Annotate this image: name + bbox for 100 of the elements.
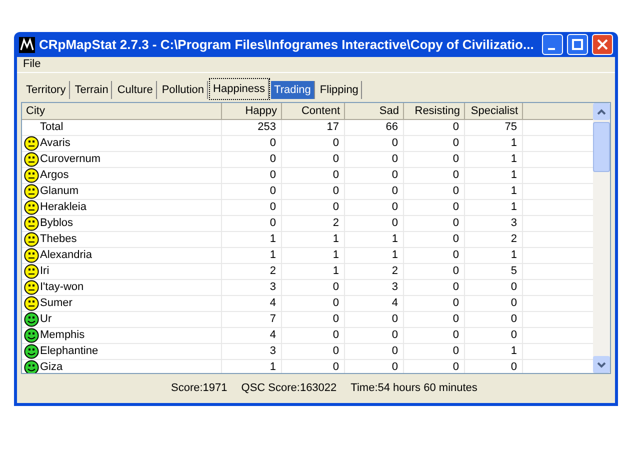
table-cell-text: 0 [452,232,459,248]
table-cell-text: 1 [392,248,398,264]
table-cell-text: Sumer [40,296,72,312]
table-cell-text: 0 [452,200,459,216]
table-cell-text: 0 [332,312,339,328]
table-cell-text: 0 [510,312,517,328]
tab[interactable]: Trading [271,81,315,99]
maximize-icon [571,38,584,51]
table-cell-text: 0 [452,280,459,296]
table-cell-text: 17 [326,120,339,136]
scroll-thumb[interactable] [593,122,610,172]
table-cell-text: 0 [270,200,276,216]
column-header[interactable]: Specialist [465,103,523,120]
column-header[interactable]: City [22,103,222,120]
table-cell-text: 0 [332,280,339,296]
tab[interactable]: Pollution [158,81,208,99]
table-cell-text: 0 [392,328,398,344]
table-cell-text: 0 [332,296,339,312]
table-cell-text: 0 [270,216,276,232]
menu-item[interactable]: File [23,56,41,73]
table-cell-text: Giza [40,360,63,373]
table-cell-text: Herakleia [40,200,86,216]
table-cell-text: Alexandria [40,248,92,264]
table-cell-text: Elephantine [40,344,98,360]
table-cell-text: Glanum [40,184,79,200]
table-cell-text: 1 [332,264,339,280]
table-cell-text: 1 [510,136,517,152]
tab[interactable]: Terrain [72,81,112,99]
tab[interactable]: Flipping [316,81,362,99]
table-cell-text: 0 [452,184,459,200]
table-cell-text: Iri [40,264,50,280]
table-cell-text: 4 [270,296,276,312]
table-cell-text: 0 [392,200,398,216]
table-cell-text: 3 [392,280,398,296]
table-cell-text: 0 [452,216,459,232]
table-cell-text: 1 [332,248,339,264]
table-cell-text: 1 [392,232,398,248]
table-cell-text: 1 [510,168,517,184]
column-header[interactable]: Sad [345,103,404,120]
table-cell-text: 0 [332,200,339,216]
table-cell-text: 3 [270,280,276,296]
table-cell-text: 4 [392,296,398,312]
table-cell-text: Byblos [40,216,74,232]
table-cell-text: Memphis [40,328,85,344]
column-header[interactable]: Resisting [404,103,465,120]
table-cell-text: 1 [510,248,517,264]
table-cell-text: 0 [270,184,276,200]
table-cell-text: 0 [392,344,398,360]
table-cell-text: 1 [510,200,517,216]
table-cell-text: 0 [332,328,339,344]
table-cell-text: 3 [270,344,276,360]
app-logo-icon [19,36,35,52]
scroll-down-icon[interactable] [593,356,610,373]
table-cell-text: 0 [452,136,459,152]
scrollbar[interactable] [593,103,610,373]
table-cell-text: 0 [452,312,459,328]
table-cell-text: 0 [332,152,339,168]
table-cell-text: 75 [504,120,517,136]
tab[interactable]: Territory [23,81,70,99]
table-cell-text: Curovernum [40,152,101,168]
table-cell-text: 0 [452,120,459,136]
table-cell-text: 0 [452,360,459,373]
maximize-button[interactable] [567,34,588,55]
close-icon [596,38,609,51]
table-cell-text: Thebes [40,232,77,248]
table-cell-text: I'tay-won [40,280,84,296]
close-button[interactable] [592,34,613,55]
column-header[interactable]: Happy [222,103,282,120]
table-cell-text: 2 [270,264,276,280]
scroll-up-icon[interactable] [593,103,610,120]
column-header[interactable]: Content [282,103,345,120]
table-cell-text: 0 [392,360,398,373]
table-cell-text: 1 [270,248,276,264]
table-cell-text: 1 [332,232,339,248]
table-cell-text: 0 [452,264,459,280]
tab[interactable]: Happiness [210,79,270,99]
status-text: Score:1971 [171,381,228,396]
table-cell-text: 1 [510,344,517,360]
table-cell-text: 0 [332,184,339,200]
table-cell-text: 0 [392,312,398,328]
table-cell-text: 7 [270,312,276,328]
table-cell-text: 0 [270,168,276,184]
window-title: CRpMapStat 2.7.3 - C:\Program Files\Infogrames Interactive\Copy of Civilizatio... [39,36,535,54]
tab[interactable]: Culture [114,81,157,99]
table-cell-text: 0 [270,136,276,152]
table-cell-text: 0 [332,136,339,152]
table-cell-text: 253 [258,120,276,136]
table-cell-text: 0 [510,328,517,344]
table-cell-text: 0 [510,280,517,296]
table-cell-text: 0 [452,168,459,184]
table-cell-text: 0 [392,216,398,232]
minimize-button[interactable] [542,34,563,55]
table-cell-text: 1 [510,184,517,200]
table-cell-text: 0 [332,344,339,360]
table-cell-text: 2 [332,216,339,232]
table-cell-text: 2 [392,264,398,280]
table-cell-text: 4 [270,328,276,344]
status-text: Time:54 hours 60 minutes [350,381,478,396]
table-cell-text: Avaris [40,136,70,152]
minimize-icon [548,48,554,50]
